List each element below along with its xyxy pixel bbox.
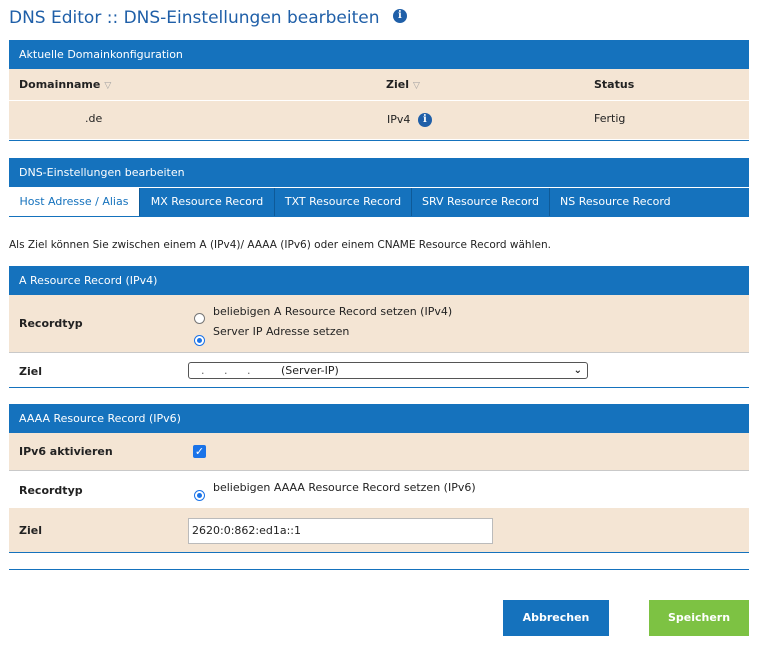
ipv6-activate-row: IPv6 aktivieren ✓ <box>9 433 749 470</box>
aaaa-ziel-input[interactable]: 2620:0:862:ed1a::1 <box>188 518 493 544</box>
masked-ip: . . . <box>201 364 259 377</box>
column-ziel[interactable]: Ziel ▽ <box>386 78 420 91</box>
tab-srv-record[interactable]: SRV Resource Record <box>411 188 549 216</box>
ziel-value-text: IPv4 <box>387 113 411 126</box>
a-option-server-ip-radio-group[interactable] <box>194 331 205 350</box>
divider <box>9 470 749 471</box>
dns-settings-header: DNS-Einstellungen bearbeiten <box>9 158 749 187</box>
aaaa-ziel-label: Ziel <box>19 524 42 537</box>
a-option-server-ip-label[interactable]: Server IP Adresse setzen <box>213 325 349 338</box>
domain-value: .de <box>85 112 103 125</box>
a-recordtyp-row: Recordtyp beliebigen A Resource Record s… <box>9 295 749 352</box>
divider <box>9 569 749 570</box>
column-domainname-label: Domainname <box>19 78 101 91</box>
column-domainname[interactable]: Domainname ▽ <box>19 78 111 91</box>
tabs-underline <box>9 216 749 217</box>
divider <box>9 140 749 141</box>
a-ziel-label: Ziel <box>19 365 42 378</box>
divider <box>9 352 749 353</box>
tab-ns-record[interactable]: NS Resource Record <box>549 188 749 216</box>
page-title-text: DNS Editor :: DNS-Einstellungen bearbeit… <box>9 8 380 28</box>
intro-text: Als Ziel können Sie zwischen einem A (IP… <box>9 239 551 251</box>
info-icon[interactable]: i <box>417 113 432 127</box>
cancel-button[interactable]: Abbrechen <box>503 600 609 636</box>
save-button[interactable]: Speichern <box>649 600 749 636</box>
radio-button[interactable] <box>194 313 205 324</box>
sort-icon: ▽ <box>412 81 420 91</box>
tab-txt-record[interactable]: TXT Resource Record <box>274 188 411 216</box>
current-config-columns: Domainname ▽ Ziel ▽ Status <box>9 69 749 100</box>
tab-host-alias[interactable]: Host Adresse / Alias <box>9 188 139 216</box>
a-ziel-select-value: (Server-IP) <box>281 364 339 377</box>
page-title: DNS Editor :: DNS-Einstellungen bearbeit… <box>9 8 407 28</box>
radio-button-selected[interactable] <box>194 490 205 501</box>
current-config-row: .de IPv4 i Fertig <box>9 101 749 139</box>
aaaa-option-radio-group[interactable] <box>194 486 205 505</box>
info-icon[interactable]: i <box>392 9 407 23</box>
status-value: Fertig <box>594 112 626 125</box>
column-status: Status <box>594 78 635 91</box>
a-record-header: A Resource Record (IPv4) <box>9 266 749 295</box>
ziel-value: IPv4 i <box>387 113 432 127</box>
sort-icon: ▽ <box>104 81 112 91</box>
ipv6-activate-label: IPv6 aktivieren <box>19 445 113 458</box>
a-recordtyp-label: Recordtyp <box>19 317 83 330</box>
a-option-any-radio-group[interactable] <box>194 309 205 328</box>
current-config-header: Aktuelle Domainkonfiguration <box>9 40 749 69</box>
aaaa-record-header: AAAA Resource Record (IPv6) <box>9 404 749 433</box>
column-ziel-label: Ziel <box>386 78 409 91</box>
aaaa-recordtyp-label: Recordtyp <box>19 484 83 497</box>
tab-mx-record[interactable]: MX Resource Record <box>139 188 274 216</box>
divider <box>9 552 749 553</box>
aaaa-option-label[interactable]: beliebigen AAAA Resource Record setzen (… <box>213 481 476 494</box>
divider <box>9 387 749 388</box>
checkmark-icon: ✓ <box>194 445 205 458</box>
chevron-down-icon: ⌄ <box>573 365 582 376</box>
radio-button-selected[interactable] <box>194 335 205 346</box>
a-option-any-label[interactable]: beliebigen A Resource Record setzen (IPv… <box>213 305 452 318</box>
a-ziel-select[interactable]: . . . (Server-IP) ⌄ <box>188 362 588 379</box>
ipv6-activate-checkbox[interactable]: ✓ <box>193 445 206 458</box>
